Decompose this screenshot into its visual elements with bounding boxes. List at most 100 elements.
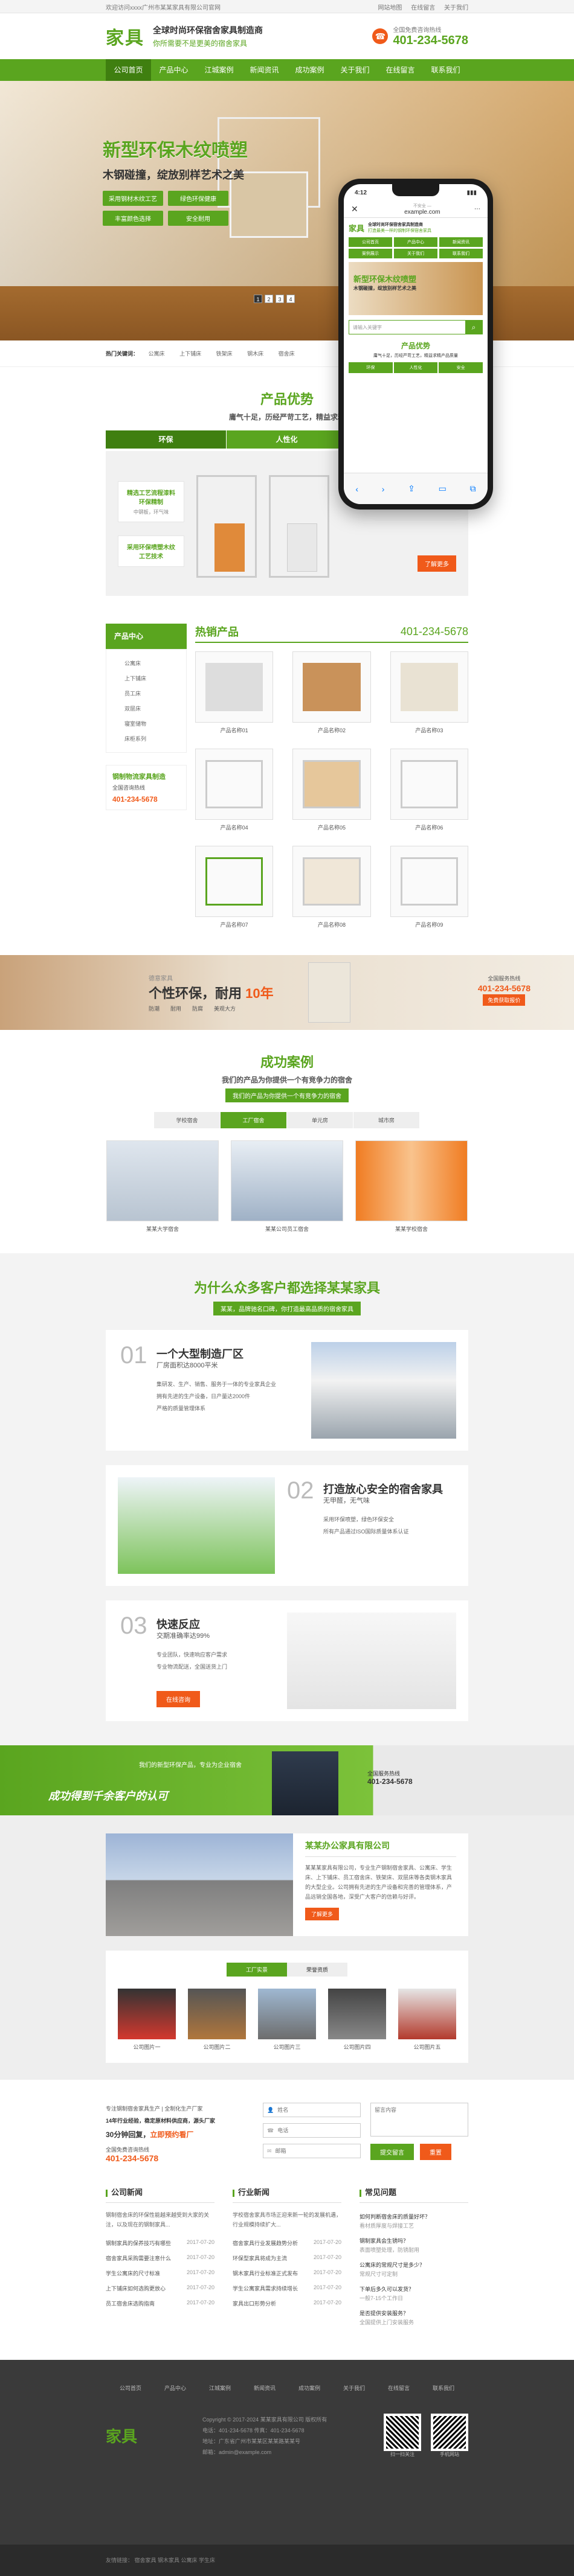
phone-search-input[interactable]: 请输入关键字	[349, 321, 465, 334]
logo[interactable]: 家具 全球时尚环保宿舍家具制造商 你所需要不是更美的宿舍家具	[106, 23, 263, 50]
footer-logo[interactable]: 家具	[106, 2424, 202, 2447]
category-item[interactable]: 上下铺床	[106, 671, 186, 686]
news-item[interactable]: 学生公寓床的尺寸标准 2017-07-20	[106, 2266, 214, 2281]
nav-about[interactable]: 关于我们	[332, 59, 378, 81]
category-item[interactable]: 双层床	[106, 701, 186, 716]
case-card[interactable]: 某某公司员工宿舍	[231, 1140, 343, 1233]
share-icon[interactable]: ⇪	[408, 484, 415, 494]
phone-tab[interactable]: 人性化	[393, 362, 438, 373]
phone-search[interactable]: 请输入关键字 ⌕	[349, 320, 483, 334]
product-card[interactable]: 产品名称06	[390, 749, 468, 831]
footer-link[interactable]: 公司首页	[120, 2384, 141, 2392]
phone-input[interactable]	[277, 2127, 360, 2133]
tab-factory[interactable]: 工厂宿舍	[221, 1112, 287, 1128]
case-card[interactable]: 某某学校宿舍	[355, 1140, 468, 1233]
bookmarks-icon[interactable]: ▭	[439, 484, 447, 494]
consult-button[interactable]: 在线咨询	[156, 1691, 200, 1707]
product-card[interactable]: 产品名称02	[292, 651, 371, 734]
about-more-button[interactable]: 了解更多	[305, 1908, 340, 1920]
close-icon[interactable]: ✕	[351, 204, 358, 214]
news-item[interactable]: 宿舍家具采购需要注意什么 2017-07-20	[106, 2251, 214, 2266]
nav-home[interactable]: 公司首页	[106, 59, 151, 81]
nav-cases[interactable]: 成功案例	[287, 59, 332, 81]
nav-products[interactable]: 产品中心	[151, 59, 196, 81]
about-photo[interactable]: 公司图片二	[188, 1989, 246, 2051]
phone-nav-item[interactable]: 案例展示	[349, 249, 392, 258]
faq-item[interactable]: 公寓床的常规尺寸是多少？ 常规尺寸可定制	[360, 2257, 468, 2281]
category-item[interactable]: 员工床	[106, 686, 186, 701]
banner-page-4[interactable]: 4	[286, 295, 295, 303]
product-card[interactable]: 产品名称01	[195, 651, 274, 734]
phone-tab[interactable]: 环保	[349, 362, 393, 373]
tab-certificates[interactable]: 荣誉资质	[287, 1963, 347, 1977]
hot-keyword[interactable]: 宿舍床	[279, 351, 295, 357]
tab-city[interactable]: 城市房	[353, 1112, 420, 1128]
phone-nav-item[interactable]: 公司首页	[349, 237, 392, 247]
about-photo[interactable]: 公司图片五	[398, 1989, 456, 2051]
about-photo[interactable]: 公司图片四	[328, 1989, 386, 2051]
tab-humanized[interactable]: 人性化	[227, 430, 347, 449]
phone-field[interactable]: ☎	[263, 2123, 361, 2138]
phone-nav-item[interactable]: 产品中心	[394, 237, 437, 247]
news-item[interactable]: 宿舍家具行业发展趋势分析 2017-07-20	[233, 2236, 341, 2251]
reset-button[interactable]: 重置	[420, 2144, 451, 2160]
top-link-sitemap[interactable]: 网站地图	[378, 5, 402, 11]
product-card[interactable]: 产品名称07	[195, 846, 274, 928]
news-item[interactable]: 员工宿舍床选购指南 2017-07-20	[106, 2296, 214, 2311]
top-link-about[interactable]: 关于我们	[444, 5, 468, 11]
footer-link[interactable]: 关于我们	[343, 2384, 365, 2392]
search-icon[interactable]: ⌕	[465, 321, 482, 334]
footer-link[interactable]: 在线留言	[388, 2384, 410, 2392]
banner-page-2[interactable]: 2	[265, 295, 273, 303]
learn-more-button[interactable]: 了解更多	[418, 555, 456, 572]
more-icon[interactable]: ⋯	[474, 206, 480, 213]
faq-item[interactable]: 是否提供安装服务？ 全国提供上门安装服务	[360, 2306, 468, 2330]
product-card[interactable]: 产品名称03	[390, 651, 468, 734]
news-item[interactable]: 环保型家具将成为主流 2017-07-20	[233, 2251, 341, 2266]
phone-nav-item[interactable]: 新闻资讯	[439, 237, 483, 247]
phone-nav-item[interactable]: 联系我们	[439, 249, 483, 258]
hot-keyword[interactable]: 上下铺床	[179, 351, 201, 357]
tabs-icon[interactable]: ⧉	[470, 484, 476, 494]
hot-keyword[interactable]: 公寓床	[149, 351, 165, 357]
logo-mark[interactable]: 家具	[106, 23, 144, 50]
news-item[interactable]: 学生公寓家具需求持续增长 2017-07-20	[233, 2281, 341, 2296]
news-item[interactable]: 上下铺床如何选购更放心 2017-07-20	[106, 2281, 214, 2296]
news-item[interactable]: 钢木家具行业标准正式发布 2017-07-20	[233, 2266, 341, 2281]
content-input[interactable]	[375, 2107, 468, 2113]
email-input[interactable]	[275, 2148, 360, 2154]
hot-keyword[interactable]: 钢木床	[247, 351, 263, 357]
phone-tab[interactable]: 安全	[439, 362, 483, 373]
name-input[interactable]	[277, 2107, 360, 2113]
top-link-message[interactable]: 在线留言	[411, 5, 435, 11]
back-icon[interactable]: ‹	[355, 484, 358, 494]
phone-url[interactable]: example.com	[404, 209, 440, 216]
category-item[interactable]: 公寓床	[106, 656, 186, 671]
get-quote-button[interactable]: 免费获取报价	[483, 994, 526, 1006]
forward-icon[interactable]: ›	[382, 484, 385, 494]
nav-showcase[interactable]: 江城案例	[196, 59, 242, 81]
case-card[interactable]: 某某大学宿舍	[106, 1140, 219, 1233]
nav-news[interactable]: 新闻资讯	[242, 59, 287, 81]
tab-school[interactable]: 学校宿舍	[154, 1112, 221, 1128]
nav-message[interactable]: 在线留言	[378, 59, 423, 81]
tab-factory-photos[interactable]: 工厂实景	[227, 1963, 287, 1977]
nav-contact[interactable]: 联系我们	[423, 59, 468, 81]
submit-button[interactable]: 提交留言	[370, 2144, 414, 2160]
name-field[interactable]: 👤	[263, 2103, 361, 2117]
phone-nav-item[interactable]: 关于我们	[394, 249, 437, 258]
faq-item[interactable]: 下单后多久可以发货？ 一般7-15个工作日	[360, 2281, 468, 2306]
email-field[interactable]: ✉	[263, 2144, 361, 2158]
content-field[interactable]	[370, 2103, 468, 2137]
product-card[interactable]: 产品名称08	[292, 846, 371, 928]
footer-link[interactable]: 新闻资讯	[254, 2384, 276, 2392]
faq-item[interactable]: 钢制家具会生锈吗？ 表面喷塑处理，防锈耐用	[360, 2233, 468, 2257]
about-photo[interactable]: 公司图片一	[118, 1989, 176, 2051]
hot-keyword[interactable]: 铁架床	[216, 351, 233, 357]
product-card[interactable]: 产品名称04	[195, 749, 274, 831]
banner-page-3[interactable]: 3	[276, 295, 284, 303]
news-item[interactable]: 钢制家具的保养技巧有哪些 2017-07-20	[106, 2236, 214, 2251]
phone-banner[interactable]: 新型环保木纹喷塑 木钢碰撞，绽放别样艺术之美	[349, 262, 483, 315]
category-item[interactable]: 寝室储物	[106, 716, 186, 731]
tab-apartment[interactable]: 单元房	[287, 1112, 353, 1128]
